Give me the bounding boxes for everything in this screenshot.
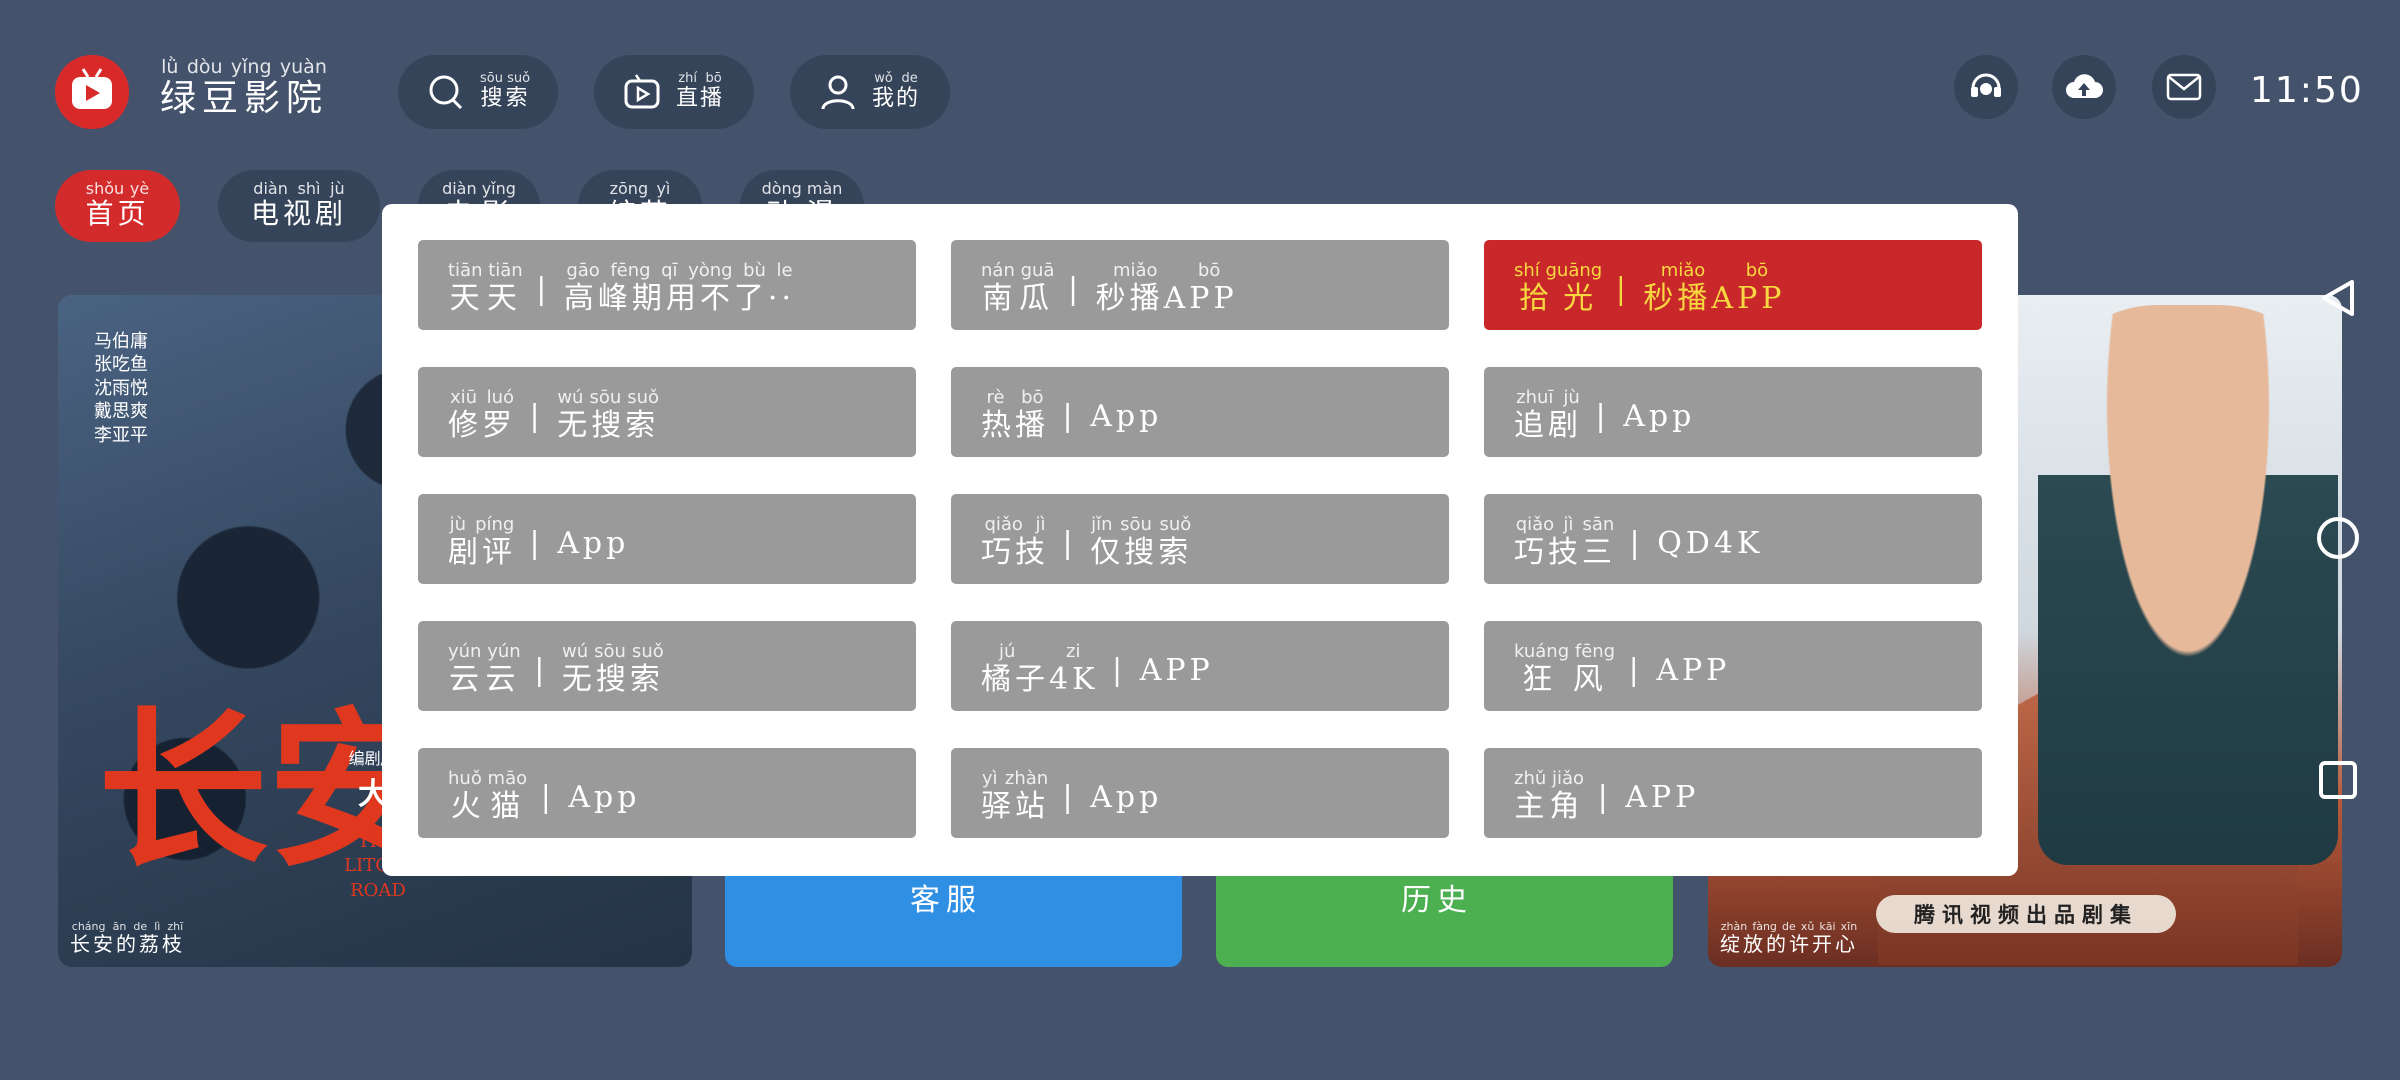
mail-button[interactable]: [2152, 55, 2216, 119]
source-item-tiantian[interactable]: 天天tiān tiān | 高峰期用不了··gāo fēng qī yòng b…: [418, 240, 916, 330]
nav-back-button[interactable]: [2310, 270, 2366, 326]
source-item-zhuiju[interactable]: 追剧zhuī jù | App: [1484, 367, 1982, 457]
source-item-qiaoji-san[interactable]: 巧技三qiǎo jì sān | QD4K: [1484, 494, 1982, 584]
clock: 11:50: [2250, 70, 2364, 111]
source-item-zhujiao[interactable]: 主角zhǔ jiǎo | APP: [1484, 748, 1982, 838]
poster-person-art: [2038, 305, 2338, 865]
poster-caption: 绽放的许开心zhàn fàng de xǔ kāi xīn: [1720, 920, 1858, 956]
support-headset-icon: [1971, 73, 2001, 97]
source-item-rebo[interactable]: 热播rè bō | App: [951, 367, 1449, 457]
cloud-button[interactable]: [2052, 55, 2116, 119]
poster-tag: 腾讯视频出品剧集: [1876, 895, 2176, 933]
tab-home[interactable]: 首页shǒu yè: [55, 170, 180, 242]
search-button[interactable]: 搜索sōu suǒ: [398, 55, 558, 129]
recents-square-icon: [2319, 761, 2357, 799]
source-item-juping[interactable]: 剧评jù píng | App: [418, 494, 916, 584]
source-item-kuangfeng[interactable]: 狂风kuáng fēng | APP: [1484, 621, 1982, 711]
source-list: 天天tiān tiān | 高峰期用不了··gāo fēng qī yòng b…: [418, 240, 1982, 838]
tab-tv-series[interactable]: 电视剧diàn shì jù: [218, 170, 380, 242]
poster-credits: 马伯庸 张吃鱼 沈雨悦 戴思爽 李亚平: [94, 331, 148, 446]
poster-caption: 长安的荔枝cháng ān de lì zhī: [70, 920, 185, 956]
my-button[interactable]: 我的wǒ de: [790, 55, 950, 129]
app-logo: [55, 55, 129, 129]
user-icon: [821, 75, 855, 110]
source-select-dialog: 天天tiān tiān | 高峰期用不了··gāo fēng qī yòng b…: [382, 204, 2018, 876]
source-item-juzi[interactable]: 橘子4Kjú zi | APP: [951, 621, 1449, 711]
source-item-huomao[interactable]: 火猫huǒ māo | App: [418, 748, 916, 838]
source-item-qiaoji[interactable]: 巧技qiǎo jì | 仅搜索jǐn sōu suǒ: [951, 494, 1449, 584]
nav-home-button[interactable]: [2310, 510, 2366, 566]
cloud-upload-icon: [2066, 74, 2103, 98]
live-tv-icon: [624, 74, 660, 109]
system-nav-bar: [2310, 270, 2370, 830]
support-button[interactable]: [1954, 55, 2018, 119]
source-item-yunyun[interactable]: 云云yún yún | 无搜索wú sōu suǒ: [418, 621, 916, 711]
tv-logo-icon: [55, 55, 129, 129]
source-item-shiguang[interactable]: 拾光shí guāng | 秒播APPmiǎo bō: [1484, 240, 1982, 330]
mail-icon: [2166, 73, 2202, 101]
home-circle-icon: [2317, 517, 2359, 559]
search-icon: [429, 75, 463, 110]
back-triangle-icon: [2322, 280, 2354, 316]
source-item-yizhan[interactable]: 驿站yì zhàn | App: [951, 748, 1449, 838]
app-name: 绿豆影院lǜ dòu yǐng yuàn: [160, 56, 329, 119]
source-item-nangua[interactable]: 南瓜nán guā | 秒播APPmiǎo bō: [951, 240, 1449, 330]
live-button[interactable]: 直播zhí bō: [594, 55, 754, 129]
source-item-xiuluo[interactable]: 修罗xiū luó | 无搜索wú sōu suǒ: [418, 367, 916, 457]
nav-recents-button[interactable]: [2310, 752, 2366, 808]
